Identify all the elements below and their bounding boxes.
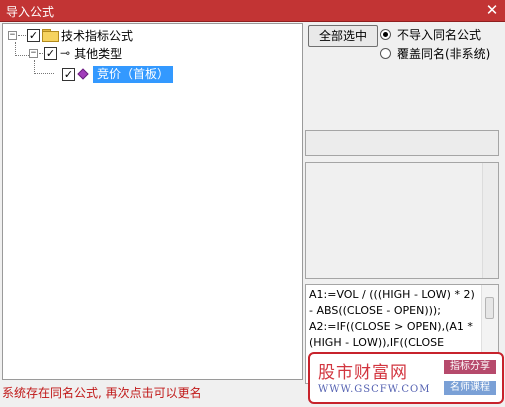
status-message: 系统存在同名公式, 再次点击可以更名 xyxy=(2,386,202,400)
title-bar: 导入公式 ✕ xyxy=(0,0,505,22)
tree-node-label: 竞价（首板） xyxy=(93,65,174,83)
folder-icon xyxy=(42,29,59,42)
tree-connector xyxy=(15,55,29,56)
formula-tree[interactable]: − ✓ 技术指标公式 − ✓ ⊸ 其他类型 ✓ 竞价（首板） xyxy=(2,23,303,380)
watermark-badge-share: 指标分享 xyxy=(444,360,496,374)
tree-connector xyxy=(18,34,26,36)
close-icon[interactable]: ✕ xyxy=(483,1,501,19)
radio-skip-duplicates[interactable]: 不导入同名公式 xyxy=(380,26,481,43)
tree-connector xyxy=(34,73,54,74)
watermark-logo: 股市财富网 xyxy=(318,363,408,383)
tree-checkbox[interactable]: ✓ xyxy=(27,28,40,42)
radio-overwrite-duplicates[interactable]: 覆盖同名(非系统) xyxy=(380,45,490,62)
site-watermark: 股市财富网 WWW.GSCFW.COM 指标分享 名师课程 xyxy=(308,352,504,404)
tree-node-label: 技术指标公式 xyxy=(61,28,134,43)
select-all-button[interactable]: 全部选中 xyxy=(308,25,378,47)
formula-gem-icon xyxy=(77,68,89,80)
formula-name-field[interactable] xyxy=(305,130,499,156)
description-box[interactable] xyxy=(305,162,499,279)
tree-connector xyxy=(34,60,35,74)
scrollbar[interactable] xyxy=(482,163,498,278)
radio-label: 不导入同名公式 xyxy=(397,28,482,42)
tree-checkbox[interactable]: ✓ xyxy=(44,46,57,60)
watermark-url: WWW.GSCFW.COM xyxy=(318,384,431,395)
tree-node-other-types[interactable]: − ✓ ⊸ 其他类型 xyxy=(29,44,122,62)
window-title: 导入公式 xyxy=(6,5,55,19)
collapse-toggle[interactable]: − xyxy=(8,30,17,40)
radio-indicator[interactable] xyxy=(380,29,391,40)
key-icon: ⊸ xyxy=(60,46,71,60)
tree-checkbox[interactable]: ✓ xyxy=(62,67,75,81)
tree-node-auction-first-board[interactable]: ✓ 竞价（首板） xyxy=(61,65,174,83)
tree-node-label: 其他类型 xyxy=(74,46,123,61)
tree-node-technical-formulas[interactable]: − ✓ 技术指标公式 xyxy=(8,26,133,44)
tree-connector xyxy=(39,52,43,54)
watermark-badge-course: 名师课程 xyxy=(444,381,496,395)
radio-label: 覆盖同名(非系统) xyxy=(397,47,491,61)
tree-connector xyxy=(15,42,16,56)
radio-indicator[interactable] xyxy=(380,48,391,59)
scrollbar-thumb[interactable] xyxy=(485,297,494,319)
formula-code-text: A1:=VOL / (((HIGH - LOW) * 2) - ABS((CLO… xyxy=(309,288,475,349)
collapse-toggle[interactable]: − xyxy=(29,48,38,58)
